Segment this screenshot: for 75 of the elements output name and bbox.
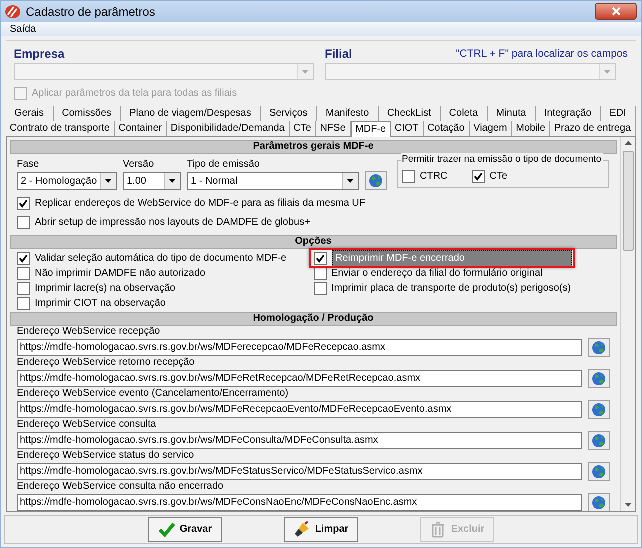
globe-button[interactable] (588, 338, 610, 357)
close-icon (612, 7, 620, 16)
field-label: Endereço WebService evento (Cancelamento/Encerramento) (17, 388, 290, 400)
checkbox-label: Enviar o endereço da filial do formulário original (332, 267, 543, 281)
dropdown[interactable]: 1 - Normal (187, 172, 359, 190)
brush-icon (293, 520, 312, 538)
dropdown[interactable]: 2 - Homologação (17, 172, 117, 190)
checkbox[interactable] (472, 170, 485, 182)
globe-button[interactable] (588, 493, 610, 511)
checkbox[interactable] (314, 282, 326, 295)
menu-item[interactable]: Saída (9, 22, 38, 36)
section-header: Opções (10, 235, 617, 249)
globe-icon (592, 340, 606, 354)
checkbox[interactable] (17, 216, 30, 229)
checkbox[interactable] (314, 252, 326, 265)
field-label: Endereço WebService consulta (17, 419, 158, 431)
url-field[interactable]: https://mdfe-homologacao.svrs.rs.gov.br/ws/MDFeStatusServico/MDFeStatusServico.asmx (17, 463, 582, 480)
globe-icon (592, 464, 606, 478)
checkbox[interactable] (402, 170, 415, 182)
checkbox-label: Imprimir CIOT na observação (35, 297, 166, 311)
checkbox-label: Validar seleção automática do tipo de documento MDF-e (35, 252, 287, 266)
field-label: Endereço WebService retorno recepção (17, 357, 196, 369)
globe-button[interactable] (365, 171, 387, 190)
globe-icon (592, 372, 606, 386)
url-field[interactable]: https://mdfe-homologacao.svrs.rs.gov.br/ws/MDFerecepcao/MDFeRecepcao.asmx (17, 339, 582, 356)
checkbox-label: Imprimir lacre(s) na observação (35, 282, 176, 296)
dropdown[interactable]: 1.00 (123, 172, 181, 190)
checkbox-label: Abrir setup de impressão nos layouts de DAMDFE de globus+ (35, 216, 310, 230)
section-header: Parâmetros gerais MDF-e (10, 140, 617, 154)
checkbox-label: Imprimir placa de transporte de produto(s) perigoso(s) (332, 282, 572, 296)
close-button[interactable] (595, 3, 637, 20)
scrollbar[interactable] (621, 137, 635, 511)
app-logo-icon (5, 4, 21, 18)
field-label: Fase (17, 158, 40, 172)
url-field[interactable]: https://mdfe-homologacao.svrs.rs.gov.br/ws/MDFeRetRecepcao/MDFeRetRecepcao.asmx (17, 370, 582, 387)
checkbox[interactable] (314, 267, 326, 280)
scroll-up-icon (624, 141, 632, 145)
field-label: Endereço WebService recepção (17, 326, 162, 338)
globe-button[interactable] (588, 462, 610, 481)
checkbox-label: Aplicar parâmetros da tela para todas as filiais (32, 87, 238, 101)
url-field[interactable]: https://mdfe-homologacao.svrs.rs.gov.br/ws/MDFeConsulta/MDFeConsulta.asmx (17, 432, 582, 449)
checkbox-label: Não imprimir DAMDFE não autorizado (35, 267, 206, 281)
field-label: Endereço WebService consulta não encerrado (17, 481, 225, 493)
checkbox-label: Replicar endereços de WebService do MDF-e para as filiais da mesma UF (35, 197, 366, 211)
checkbox[interactable] (17, 267, 30, 280)
field-label: Endereço WebService status do servico (17, 450, 196, 462)
field-label: Tipo de emissão (187, 158, 261, 172)
url-field[interactable]: https://mdfe-homologacao.svrs.rs.gov.br/ws/MDFeRecepcaoEvento/MDFeRecepcaoEvento.asmx (17, 401, 582, 418)
scrollbar-thumb[interactable] (622, 151, 634, 251)
globe-button[interactable] (588, 369, 610, 388)
field-label: Filial (325, 46, 352, 63)
checkbox-label: CTRC (420, 170, 448, 184)
checkbox-label: Reimprimir MDF-e encerrado (332, 250, 572, 267)
globe-button[interactable] (588, 431, 610, 450)
scroll-down-icon (624, 503, 632, 507)
globe-icon (369, 174, 383, 188)
hint-text: "CTRL + F" para localizar os campos (456, 47, 628, 62)
globe-button[interactable] (588, 400, 610, 419)
checkbox[interactable] (17, 252, 30, 265)
field-label: Versão (123, 158, 156, 172)
window-title: Cadastro de parâmetros (26, 4, 156, 20)
tab[interactable]: MDF-e (350, 121, 391, 137)
checkbox-label: CTe (490, 170, 508, 184)
globe-icon (592, 434, 606, 448)
globe-icon (592, 402, 606, 416)
checkbox[interactable] (17, 197, 30, 210)
globe-icon (592, 496, 606, 510)
checkbox[interactable] (17, 297, 30, 310)
section-header: Homologação / Produção (10, 312, 617, 326)
action-button[interactable]: Gravar (148, 517, 222, 542)
action-button[interactable]: Limpar (284, 517, 358, 542)
url-field[interactable]: https://mdfe-homologacao.svrs.rs.gov.br/ws/MDFeConsNaoEnc/MDFeConsNaoEnc.asmx (17, 494, 582, 511)
checkbox[interactable] (17, 282, 30, 295)
check-icon (158, 520, 176, 538)
field-label: Empresa (14, 46, 66, 63)
